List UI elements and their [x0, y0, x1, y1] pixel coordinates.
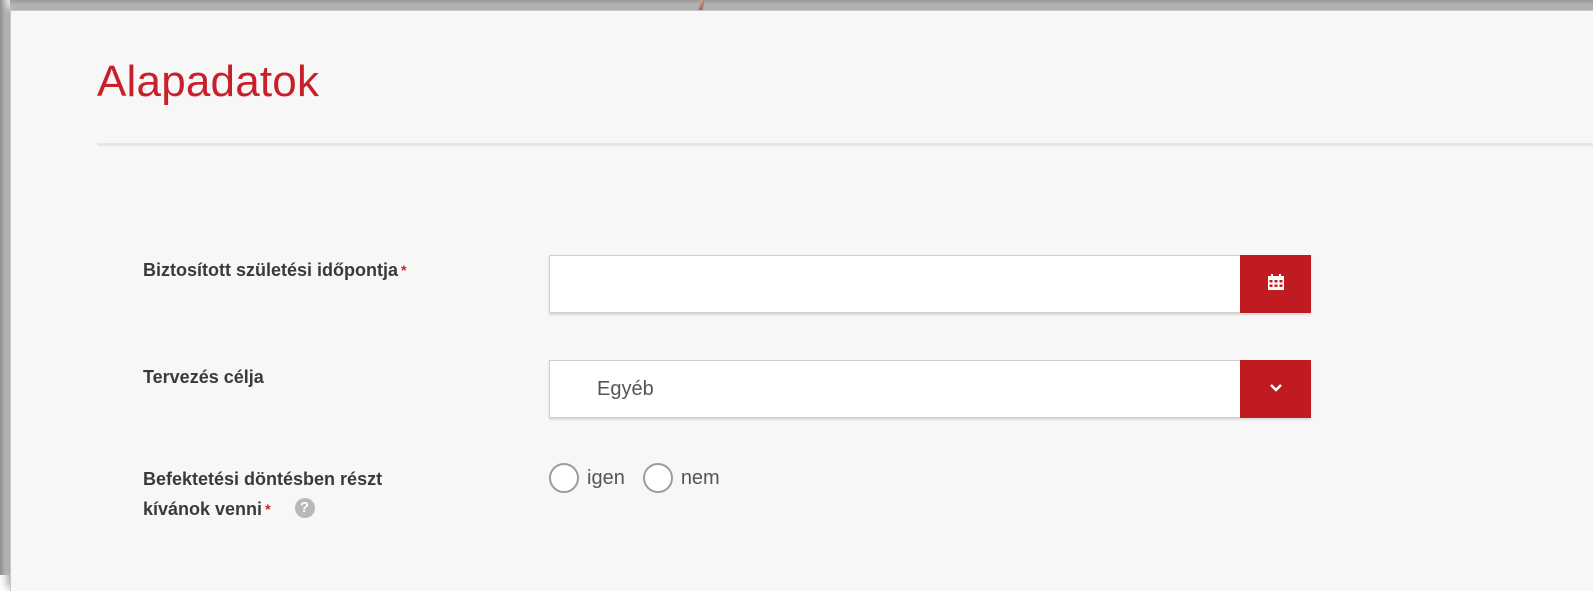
section-title: Alapadatok [97, 57, 320, 106]
radio-option-igen[interactable]: igen [549, 463, 625, 493]
birthdate-field [549, 255, 1311, 313]
window-top-shadow [0, 0, 1593, 10]
investment-decision-radio-group: igen nem [549, 463, 738, 493]
birthdate-label-text: Biztosított születési időpontja [143, 260, 398, 280]
birthdate-input[interactable] [550, 256, 1276, 310]
question-icon[interactable]: ? [294, 498, 315, 519]
required-asterisk: * [265, 501, 271, 517]
radio-button-nem[interactable] [642, 463, 673, 493]
investment-decision-label-line2-text: kívánok venni [143, 499, 263, 519]
calendar-button[interactable] [1240, 255, 1311, 313]
calendar-icon [1267, 273, 1285, 296]
radio-button-igen[interactable] [549, 463, 579, 493]
radio-label-nem: nem [680, 466, 720, 489]
purpose-label-text: Tervezés célja [143, 367, 264, 387]
investment-decision-label-line1: Befektetési döntésben részt [143, 469, 383, 489]
purpose-label: Tervezés célja [143, 362, 264, 392]
purpose-select[interactable]: Egyéb [549, 360, 1311, 418]
investment-decision-label-line2: kívánok venni *? [143, 494, 382, 524]
section-divider [97, 143, 1593, 146]
birthdate-label: Biztosított születési időpontja * [143, 255, 406, 285]
investment-decision-label: Befektetési döntésben részt kívánok venn… [143, 464, 382, 524]
window-left-shadow [0, 0, 10, 575]
purpose-selected-value: Egyéb [597, 378, 654, 400]
radio-option-nem[interactable]: nem [642, 463, 720, 493]
chevron-down-icon [1269, 380, 1283, 398]
radio-label-igen: igen [587, 466, 625, 489]
required-asterisk: * [401, 262, 407, 278]
purpose-dropdown-button[interactable] [1240, 360, 1311, 418]
